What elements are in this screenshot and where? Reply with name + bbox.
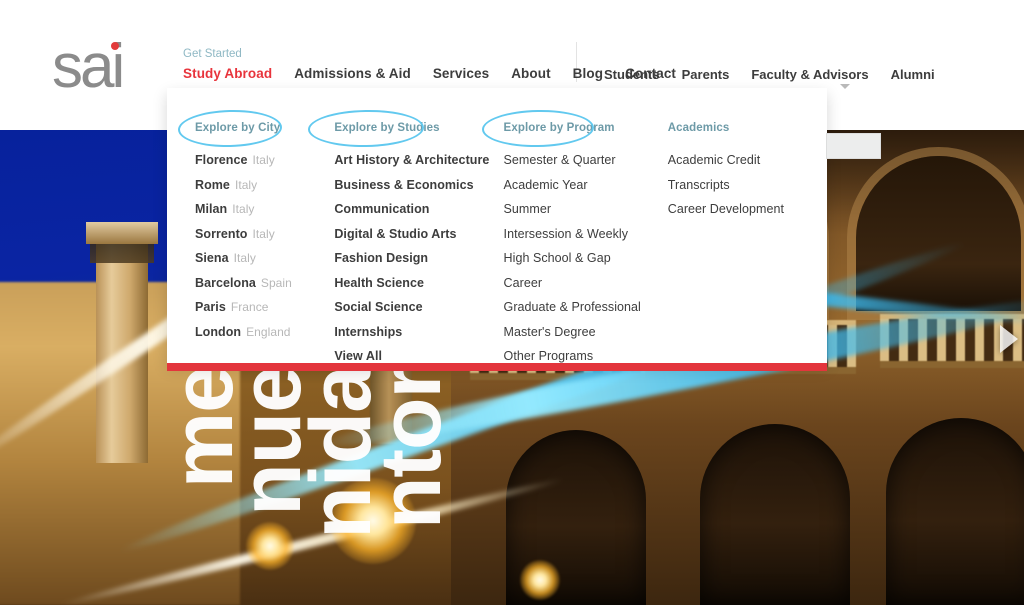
main-navigation: Study Abroad Admissions & Aid Services A… [183,66,676,81]
city-country: Italy [234,177,258,192]
city-name: Sorrento [195,226,248,241]
academics-link-academic-credit[interactable]: Academic Credit [668,153,827,167]
mega-column-academics: Academics Academic Credit Transcripts Ca… [668,118,827,363]
program-link-graduate-professional[interactable]: Graduate & Professional [504,300,668,314]
hero-arch [856,156,1021,311]
city-link-florence[interactable]: Florence Italy [195,153,334,167]
mega-column-heading-academics[interactable]: Academics [668,122,730,134]
search-input[interactable] [826,133,881,159]
studies-link-view-all[interactable]: View All [334,349,503,363]
studies-link-internships[interactable]: Internships [334,325,503,339]
city-link-paris[interactable]: Paris France [195,300,334,314]
city-link-rome[interactable]: Rome Italy [195,178,334,192]
mega-menu-panel: Explore by City Florence Italy Rome Italy … [167,88,827,363]
hero-tower-cap [86,222,158,244]
sai-logo[interactable]: sai [52,36,125,98]
city-name: Barcelona [195,275,256,290]
nav-item-parents[interactable]: Parents [682,67,730,82]
program-link-other-programs[interactable]: Other Programs [504,349,668,363]
hero-street-lamp [246,522,294,570]
city-name: Rome [195,177,230,192]
program-link-semester-quarter[interactable]: Semester & Quarter [504,153,668,167]
studies-link-art-history-architecture[interactable]: Art History & Architecture [334,153,503,167]
mega-menu-columns: Explore by City Florence Italy Rome Italy … [167,88,827,363]
mega-column-city: Explore by City Florence Italy Rome Italy … [195,118,334,363]
studies-link-social-science[interactable]: Social Science [334,300,503,314]
hero-tower [96,244,148,463]
city-country: Italy [233,251,256,265]
city-name: Milan [195,202,228,216]
program-link-high-school-gap[interactable]: High School & Gap [504,251,668,265]
city-country: Spain [260,275,292,290]
mega-column-program: Explore by Program Semester & Quarter Ac… [504,118,668,363]
audience-navigation: Students Parents Faculty & Advisors Alum… [604,67,935,82]
studies-link-fashion-design[interactable]: Fashion Design [334,251,503,265]
city-country: Italy [252,153,275,167]
nav-item-alumni[interactable]: Alumni [891,67,935,82]
program-link-masters-degree[interactable]: Master's Degree [504,325,668,339]
program-link-summer[interactable]: Summer [504,202,668,216]
studies-link-business-economics[interactable]: Business & Economics [334,178,503,192]
nav-item-admissions-aid[interactable]: Admissions & Aid [294,66,411,81]
hero-word: ntor [363,366,459,530]
nav-item-blog[interactable]: Blog [573,66,603,81]
hero-arch-lower [886,418,1024,605]
program-link-academic-year[interactable]: Academic Year [504,178,668,192]
mega-column-heading-studies[interactable]: Explore by Studies [334,122,439,134]
city-name: Florence [195,153,248,167]
city-link-barcelona[interactable]: Barcelona Spain [195,276,334,290]
city-name: Siena [195,251,229,265]
program-link-intersession-weekly[interactable]: Intersession & Weekly [504,227,668,241]
hero-street-lamp [520,560,560,600]
program-link-career[interactable]: Career [504,276,668,290]
studies-link-communication[interactable]: Communication [334,202,503,216]
studies-link-digital-studio-arts[interactable]: Digital & Studio Arts [334,227,503,241]
city-link-london[interactable]: London England [195,325,334,339]
nav-item-faculty-advisors[interactable]: Faculty & Advisors [751,67,868,82]
nav-item-about[interactable]: About [511,66,550,81]
academics-link-career-development[interactable]: Career Development [668,202,827,216]
nav-item-study-abroad[interactable]: Study Abroad [183,66,272,81]
mega-menu-accent-bar [167,363,827,371]
next-slide-arrow-icon[interactable] [1000,325,1018,353]
nav-item-services[interactable]: Services [433,66,489,81]
mega-column-heading-program[interactable]: Explore by Program [504,122,615,134]
city-link-siena[interactable]: Siena Italy [195,251,334,265]
city-name: Paris [195,300,226,314]
chevron-down-icon[interactable] [840,84,850,89]
get-started-link[interactable]: Get Started [183,48,242,60]
mega-column-studies: Explore by Studies Art History & Archite… [334,118,503,363]
mega-column-heading-city[interactable]: Explore by City [195,122,280,134]
city-link-milan[interactable]: Milan Italy [195,202,334,216]
city-country: Italy [252,226,275,241]
city-country: France [230,300,269,314]
studies-link-health-science[interactable]: Health Science [334,276,503,290]
city-link-sorrento[interactable]: Sorrento Italy [195,227,334,241]
city-country: Italy [232,202,255,216]
nav-item-students[interactable]: Students [604,67,660,82]
academics-link-transcripts[interactable]: Transcripts [668,178,827,192]
city-country: England [246,324,291,339]
city-name: London [195,324,242,339]
hero-arch-lower [700,424,850,605]
